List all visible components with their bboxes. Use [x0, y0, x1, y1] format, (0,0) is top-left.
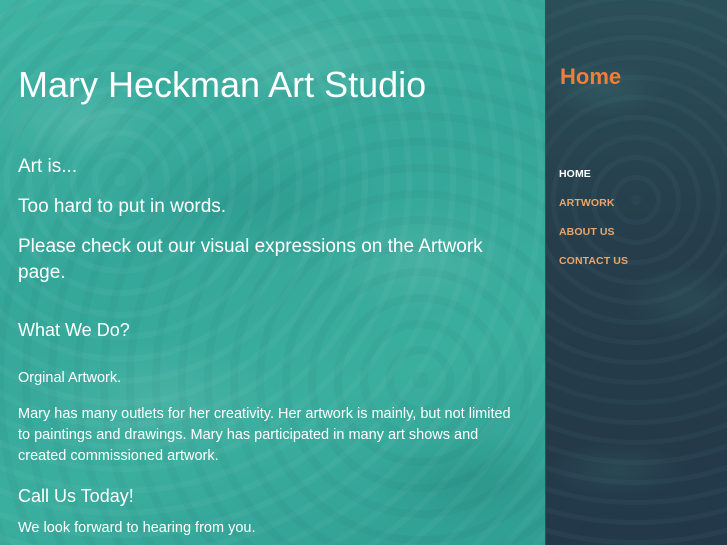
nav-item-about-us[interactable]: ABOUT US	[559, 218, 628, 247]
nav-item-artwork[interactable]: ARTWORK	[559, 189, 628, 218]
intro-line-1: Art is...	[18, 156, 78, 177]
intro-line-2: Too hard to put in words.	[18, 196, 227, 217]
page: Mary Heckman Art Studio Art is... Too ha…	[0, 0, 727, 545]
nav-item-contact-us[interactable]: CONTACT US	[559, 247, 628, 276]
call-us-body: We look forward to hearing from you.	[18, 518, 518, 545]
call-us-heading: Call Us Today!	[18, 486, 134, 506]
what-we-do-heading: What We Do?	[18, 320, 130, 340]
sidebar-nav: HOME ARTWORK ABOUT US CONTACT US	[559, 160, 628, 276]
intro-section: Art is... Too hard to put in words. Plea…	[18, 154, 518, 300]
sidebar-current-page-title: Home	[560, 64, 622, 89]
what-we-do-para-1: Orginal Artwork.	[18, 370, 122, 386]
what-we-do-body: Orginal Artwork. Mary has many outlets f…	[18, 368, 518, 482]
call-us-para-1: We look forward to hearing from you.	[18, 520, 256, 536]
what-we-do-para-2: Mary has many outlets for her creativity…	[18, 406, 511, 464]
intro-line-3: Please check out our visual expressions …	[18, 236, 483, 283]
nav-item-home[interactable]: HOME	[559, 160, 628, 189]
site-title: Mary Heckman Art Studio	[18, 64, 427, 105]
